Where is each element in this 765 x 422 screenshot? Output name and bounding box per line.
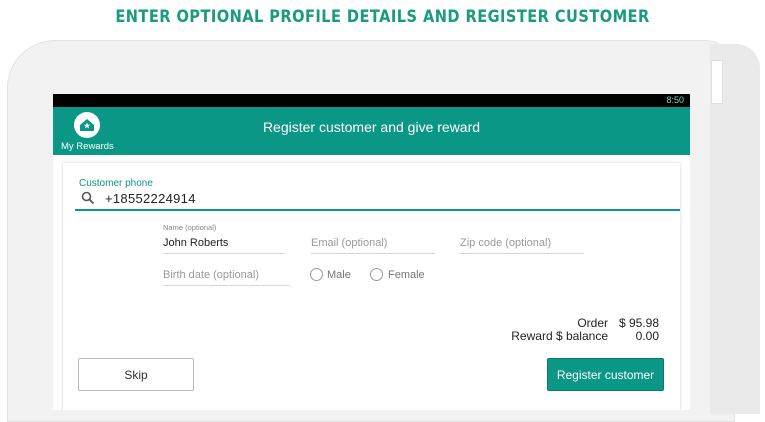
reward-balance-label: Reward $ balance xyxy=(511,329,608,343)
page-headline: ENTER OPTIONAL PROFILE DETAILS AND REGIS… xyxy=(115,7,650,27)
order-value: $ 95.98 xyxy=(618,316,659,330)
male-radio[interactable] xyxy=(310,268,323,281)
female-radio[interactable] xyxy=(370,268,383,281)
email-underline xyxy=(311,253,435,254)
birth-date-input[interactable]: Birth date (optional) xyxy=(163,269,259,281)
app-title: Register customer and give reward xyxy=(262,119,481,135)
customer-phone-label: Customer phone xyxy=(79,178,153,189)
male-label: Male xyxy=(327,269,351,281)
tablet-screen: 8:50 My Rewards Register customer and gi… xyxy=(53,94,690,410)
tablet-button xyxy=(711,60,723,104)
register-form-card: Customer phone +18552224914 Name (option… xyxy=(63,163,680,410)
register-customer-button[interactable]: Register customer xyxy=(547,358,664,391)
email-input[interactable]: Email (optional) xyxy=(311,237,387,249)
skip-button[interactable]: Skip xyxy=(78,358,194,391)
status-bar: 8:50 xyxy=(53,94,690,107)
reward-balance-value: 0.00 xyxy=(635,329,659,343)
name-input[interactable]: John Roberts xyxy=(163,237,228,249)
search-icon[interactable] xyxy=(81,191,95,205)
customer-phone-input[interactable]: +18552224914 xyxy=(105,191,196,206)
status-time: 8:50 xyxy=(666,95,684,105)
phone-input-underline xyxy=(75,209,680,211)
my-rewards-label: My Rewards xyxy=(61,141,114,152)
zip-underline xyxy=(460,253,584,254)
zip-code-input[interactable]: Zip code (optional) xyxy=(460,237,551,249)
female-label: Female xyxy=(388,269,425,281)
app-bar: My Rewards Register customer and give re… xyxy=(53,107,690,155)
name-field-label: Name (optional) xyxy=(163,223,217,232)
order-label: Order xyxy=(577,316,608,330)
name-underline xyxy=(163,253,285,254)
birth-date-underline xyxy=(163,285,290,286)
